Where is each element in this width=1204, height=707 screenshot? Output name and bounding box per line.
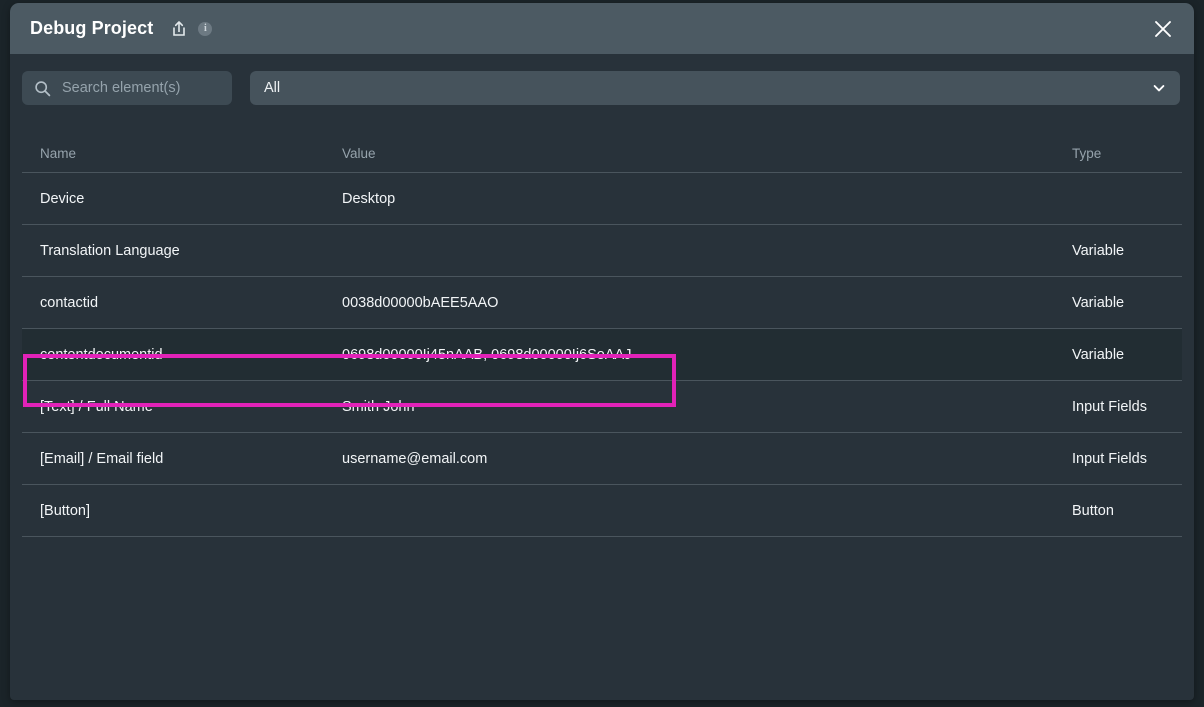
cell-name: Device [40,190,85,207]
table-row[interactable]: contentdocumentid 0698d00000Ij45nAAB, 069… [22,329,1182,381]
share-icon[interactable] [169,19,189,39]
close-icon[interactable] [1146,12,1180,46]
table-row[interactable]: Translation Language Variable [22,225,1182,277]
elements-table: Name Value Type Device Desktop Translation… [22,135,1182,537]
cell-value: 0698d00000Ij45nAAB, 0698d00000Ij6SoAAJ [342,346,632,363]
chevron-down-icon [1152,81,1166,95]
cell-type: Input Fields [1072,450,1147,467]
table-row[interactable]: Device Desktop [22,173,1182,225]
table-header-row: Name Value Type [22,135,1182,173]
cell-name: [Email] / Email field [40,450,164,467]
cell-name: [Text] / Full Name [40,398,153,415]
search-icon [34,80,51,97]
table-row[interactable]: [Email] / Email field username@email.com I… [22,433,1182,485]
debug-project-panel: Debug Project i Search element(s) All Na… [10,3,1194,700]
toolbar: All [10,54,1194,105]
title-bar: Debug Project i [10,3,1194,54]
cell-name: [Button] [40,502,90,519]
cell-value: username@email.com [342,450,488,467]
cell-name: Translation Language [40,242,180,259]
cell-name: contactid [40,294,99,311]
cell-type: Variable [1072,294,1125,311]
cell-type: Variable [1072,242,1125,259]
column-header-name: Name [40,146,77,161]
cell-type: Input Fields [1072,398,1147,415]
cell-type: Variable [1072,346,1125,363]
cell-name: contentdocumentid [40,346,163,363]
filter-select[interactable]: All [250,71,1180,105]
cell-value: Desktop [342,190,396,207]
column-header-type: Type [1072,146,1102,161]
cell-type: Button [1072,502,1114,519]
cell-value: Smith John [342,398,415,415]
cell-value: 0038d00000bAEE5AAO [342,294,499,311]
search-box[interactable] [22,71,249,105]
search-input[interactable] [51,80,249,96]
table-row[interactable]: contactid 0038d00000bAEE5AAO Variable [22,277,1182,329]
info-icon[interactable]: i [198,21,213,36]
column-header-value: Value [342,146,376,161]
table-row[interactable]: [Button] Button [22,485,1182,537]
filter-selected-value: All [264,80,281,96]
table-row[interactable]: [Text] / Full Name Smith John Input Fields [22,381,1182,433]
page-title: Debug Project [30,18,154,38]
